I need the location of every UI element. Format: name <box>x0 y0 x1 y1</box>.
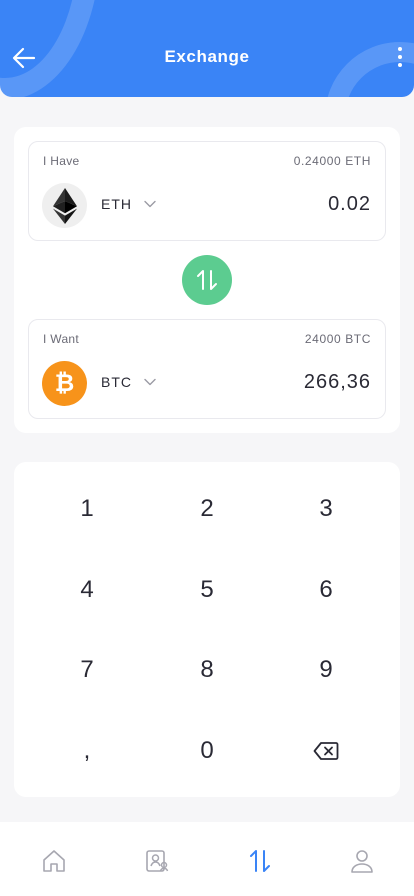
key-0[interactable]: 0 <box>147 721 267 781</box>
key-1[interactable]: 1 <box>27 479 147 539</box>
want-balance: 24000 BTC <box>304 332 371 346</box>
exchange-icon <box>250 850 270 872</box>
nav-home[interactable] <box>37 844 71 878</box>
key-7[interactable]: 7 <box>27 640 147 700</box>
key-8[interactable]: 8 <box>147 640 267 700</box>
header-bar: Exchange <box>0 0 414 97</box>
bottom-navigation <box>0 822 414 896</box>
want-label: I Want <box>43 332 80 346</box>
swap-arrows-icon <box>197 270 217 290</box>
nav-profile[interactable] <box>345 844 379 878</box>
page-title: Exchange <box>164 47 250 66</box>
key-9[interactable]: 9 <box>266 640 386 700</box>
key-6[interactable]: 6 <box>266 560 386 620</box>
nav-wallet[interactable] <box>140 844 174 878</box>
want-currency-box: I Want 24000 BTC ₿ BTC <box>28 319 386 419</box>
have-label: I Have <box>43 154 80 168</box>
profile-icon <box>351 850 373 873</box>
want-currency-select[interactable]: BTC <box>101 374 156 390</box>
key-3[interactable]: 3 <box>266 479 386 539</box>
numeric-keypad: 1 2 3 4 5 6 7 8 9 , 0 <box>14 462 400 797</box>
backspace-button[interactable] <box>266 721 386 781</box>
backspace-icon <box>313 742 339 760</box>
have-currency-select[interactable]: ETH <box>101 196 156 212</box>
wallet-contacts-icon <box>146 850 169 872</box>
have-currency-box: I Have 0.24000 ETH ETH <box>28 141 386 241</box>
key-2[interactable]: 2 <box>147 479 267 539</box>
key-4[interactable]: 4 <box>27 560 147 620</box>
chevron-down-icon <box>144 200 156 208</box>
have-amount-input[interactable] <box>221 193 371 216</box>
want-symbol: BTC <box>101 374 132 390</box>
more-options-button[interactable] <box>390 44 410 70</box>
exchange-card: I Have 0.24000 ETH ETH I Want <box>14 127 400 433</box>
have-balance: 0.24000 ETH <box>293 154 371 168</box>
home-icon <box>43 850 65 872</box>
swap-button[interactable] <box>182 255 232 305</box>
key-comma[interactable]: , <box>27 721 147 781</box>
key-5[interactable]: 5 <box>147 560 267 620</box>
bitcoin-icon: ₿ <box>42 361 87 406</box>
have-symbol: ETH <box>101 196 132 212</box>
want-amount-input[interactable] <box>221 371 371 394</box>
more-vertical-icon <box>398 47 402 51</box>
ethereum-icon <box>42 183 87 228</box>
nav-exchange[interactable] <box>243 844 277 878</box>
chevron-down-icon <box>144 378 156 386</box>
